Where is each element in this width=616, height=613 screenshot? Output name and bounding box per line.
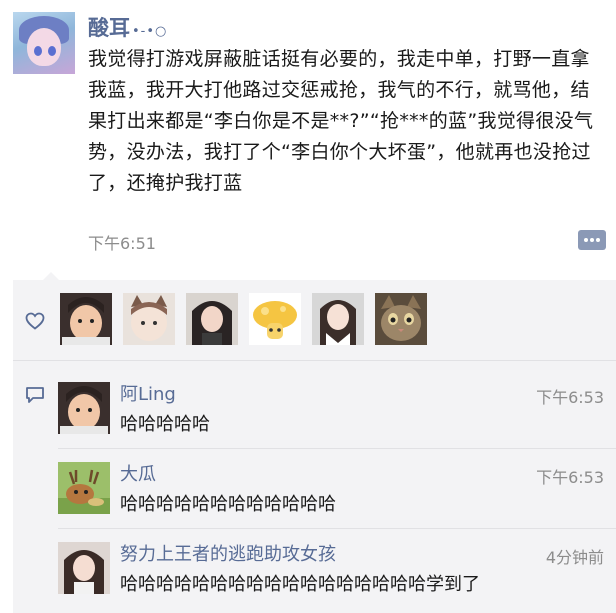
poster-name[interactable]: 酸耳 •-•○ [88,12,167,42]
commenter-avatar[interactable] [58,462,110,514]
poster-avatar[interactable] [13,12,75,74]
dot-icon [596,238,600,242]
commenter-avatar[interactable] [58,382,110,434]
avatar-eye [48,46,56,56]
commenter-name[interactable]: 阿Ling [120,380,176,406]
post-time: 下午6:51 [88,234,156,253]
girl-avatar-icon [192,301,232,345]
girl-avatar-icon [64,550,104,594]
comment-divider [58,448,616,449]
interaction-panel: 阿Ling 下午6:53 哈哈哈哈哈 大瓜 下午6:53 哈哈哈哈哈哈哈哈哈哈哈… [13,272,616,613]
panel-notch [43,272,59,280]
comment-time: 4分钟前 [545,548,604,567]
baby-avatar-icon [60,386,108,434]
deer-avatar-icon [58,469,110,514]
comment-text[interactable]: 哈哈哈哈哈 [120,410,210,436]
post-text: 我觉得打游戏屏蔽脏话挺有必要的，我走中单，打野一直拿我蓝，我开大打他路过交惩戒抢… [88,48,594,194]
commenter-name[interactable]: 努力上王者的逃跑助攻女孩 [120,540,336,566]
baby-avatar-icon [62,297,110,345]
comment-divider [58,528,616,529]
comment-text[interactable]: 哈哈哈哈哈哈哈哈哈哈哈哈 [120,490,336,516]
comment-item: 阿Ling 下午6:53 哈哈哈哈哈 [13,378,616,446]
poster-name-decoration: •-•○ [132,24,168,39]
heart-icon [25,312,45,330]
dot-icon [584,238,588,242]
comment-text[interactable]: 哈哈哈哈哈哈哈哈哈哈哈哈哈哈哈哈哈学到了 [120,570,480,596]
liker-avatar-3[interactable] [186,293,238,345]
avatar-face [27,28,61,66]
cat-boy-avatar-icon [131,295,167,341]
cat-avatar-icon [381,295,421,341]
poster-name-text: 酸耳 [88,16,130,40]
comment-menu-button[interactable] [578,230,606,250]
mushroom-avatar-icon [253,301,297,339]
likes-row [13,280,616,360]
comment-item: 大瓜 下午6:53 哈哈哈哈哈哈哈哈哈哈哈哈 [13,458,616,526]
liker-avatar-1[interactable] [60,293,112,345]
avatar-eye [34,46,42,56]
commenter-avatar[interactable] [58,542,110,594]
liker-avatar-6[interactable] [375,293,427,345]
likes-divider [13,360,616,361]
comment-item: 努力上王者的逃跑助攻女孩 4分钟前 哈哈哈哈哈哈哈哈哈哈哈哈哈哈哈哈哈学到了 [13,538,616,606]
girl-portrait-avatar-icon [320,300,356,345]
comment-time: 下午6:53 [536,388,604,407]
comment-time: 下午6:53 [536,468,604,487]
commenter-name[interactable]: 大瓜 [120,460,156,486]
dot-icon [590,238,594,242]
liker-avatar-4[interactable] [249,293,301,345]
liker-avatar-5[interactable] [312,293,364,345]
liker-avatar-2[interactable] [123,293,175,345]
